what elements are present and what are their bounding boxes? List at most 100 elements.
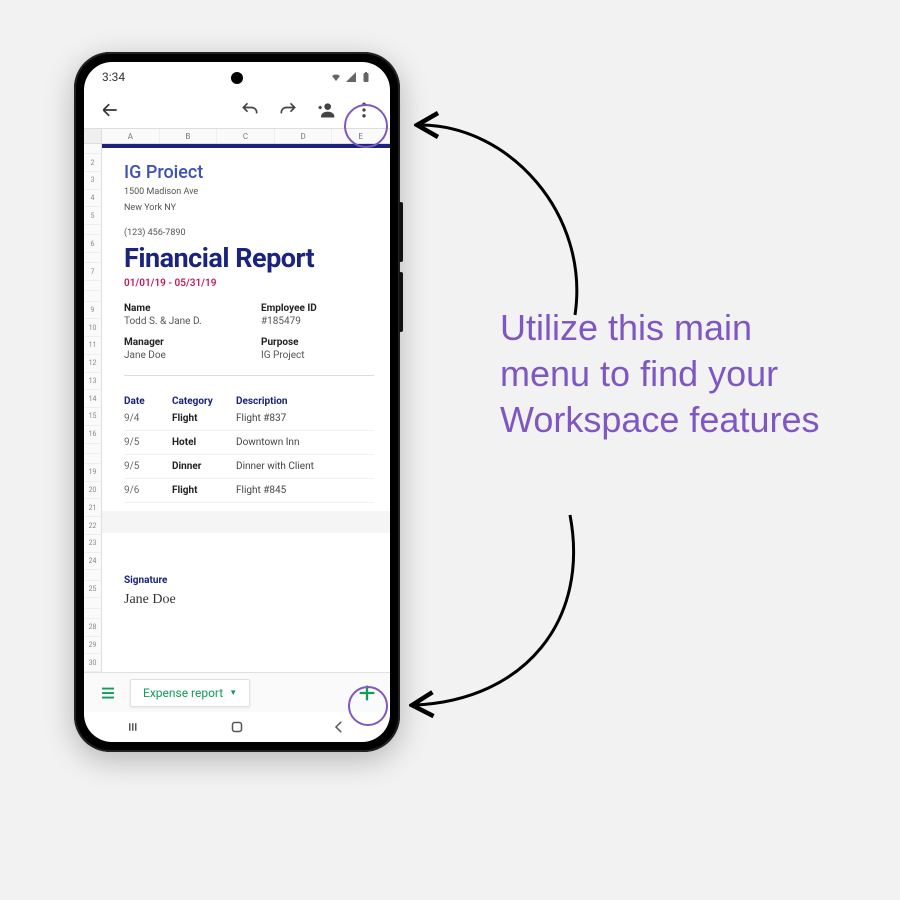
col-date: Date (124, 396, 172, 407)
column-header[interactable]: E (332, 129, 390, 143)
row-header-gutter: 2345679101112131415161920212223242528293… (84, 144, 102, 672)
cell-category: Hotel (172, 437, 236, 448)
android-nav-bar (84, 712, 390, 742)
cell-date: 9/6 (124, 485, 172, 496)
employee-id-value: #185479 (261, 316, 374, 327)
row-header[interactable]: 30 (84, 654, 101, 672)
row-header[interactable]: 22 (84, 517, 101, 535)
cell-category: Dinner (172, 461, 236, 472)
row-header[interactable]: 20 (84, 482, 101, 500)
phone-side-button (399, 272, 403, 332)
add-person-icon (316, 100, 336, 120)
expense-row[interactable]: 9/4FlightFlight #837 (124, 407, 374, 431)
more-vert-icon (354, 100, 374, 120)
cell-description: Dinner with Client (236, 461, 374, 472)
home-button[interactable] (228, 718, 246, 736)
row-header[interactable]: 7 (84, 263, 101, 281)
address-line: 1500 Madison Ave (124, 187, 374, 199)
row-header[interactable] (84, 454, 101, 464)
header-accent-bar (102, 144, 390, 148)
row-header[interactable]: 24 (84, 553, 101, 571)
spreadsheet-body[interactable]: 2345679101112131415161920212223242528293… (84, 144, 390, 672)
row-header[interactable]: 21 (84, 499, 101, 517)
info-grid: Manager Jane Doe Purpose IG Project (124, 337, 374, 361)
cell-description: Flight #837 (236, 413, 374, 424)
row-header[interactable] (84, 609, 101, 619)
overflow-menu-button[interactable] (348, 94, 380, 126)
phone-frame: 3:34 (74, 52, 400, 752)
row-header[interactable] (84, 144, 101, 154)
row-header[interactable]: 19 (84, 464, 101, 482)
row-header[interactable]: 5 (84, 207, 101, 225)
row-header[interactable]: 11 (84, 337, 101, 355)
row-header[interactable]: 3 (84, 172, 101, 190)
row-header[interactable]: 12 (84, 355, 101, 373)
cell-description: Flight #845 (236, 485, 374, 496)
row-header[interactable] (84, 291, 101, 301)
callout-text: Utilize this main menu to find your Work… (500, 305, 840, 443)
row-header[interactable]: 6 (84, 235, 101, 253)
address-line: New York NY (124, 203, 374, 215)
add-sheet-button[interactable] (352, 678, 382, 708)
column-header[interactable]: D (275, 129, 333, 143)
redo-button[interactable] (272, 94, 304, 126)
row-header[interactable]: 23 (84, 535, 101, 553)
share-button[interactable] (310, 94, 342, 126)
row-header[interactable]: 13 (84, 373, 101, 391)
column-header-row: A B C D E (84, 128, 390, 144)
row-header[interactable]: 16 (84, 426, 101, 444)
expense-row[interactable]: 9/5DinnerDinner with Client (124, 455, 374, 479)
active-sheet-tab[interactable]: Expense report ▼ (130, 679, 250, 707)
report-title: Financial Report (124, 242, 374, 274)
row-header[interactable]: 15 (84, 408, 101, 426)
expense-row[interactable]: 9/5HotelDowntown Inn (124, 431, 374, 455)
column-header[interactable]: B (160, 129, 218, 143)
row-header[interactable]: 2 (84, 154, 101, 172)
camera-hole (231, 72, 243, 84)
purpose-label: Purpose (261, 337, 374, 348)
name-label: Name (124, 303, 237, 314)
row-header[interactable]: 29 (84, 637, 101, 655)
row-header[interactable] (84, 444, 101, 454)
employee-id-label: Employee ID (261, 303, 374, 314)
row-header[interactable] (84, 570, 101, 580)
back-nav-button[interactable] (330, 718, 348, 736)
manager-value: Jane Doe (124, 350, 237, 361)
phone-screen: 3:34 (84, 62, 390, 742)
plus-icon (356, 682, 378, 704)
cell-date: 9/4 (124, 413, 172, 424)
row-header[interactable]: 14 (84, 390, 101, 408)
col-description: Description (236, 396, 374, 407)
name-value: Todd S. & Jane D. (124, 316, 237, 327)
row-header[interactable] (84, 598, 101, 608)
expense-table-header: Date Category Description (124, 396, 374, 407)
sheet-content[interactable]: IG Proiect 1500 Madison Ave New York NY … (102, 144, 390, 672)
date-range: 01/01/19 - 05/31/19 (124, 278, 374, 289)
column-header[interactable]: C (217, 129, 275, 143)
row-header[interactable] (84, 281, 101, 291)
status-time: 3:34 (102, 70, 125, 84)
battery-icon (360, 71, 372, 83)
row-header[interactable]: 10 (84, 319, 101, 337)
sheet-tab-bar: Expense report ▼ (84, 672, 390, 712)
row-header[interactable] (84, 253, 101, 263)
wifi-icon (330, 71, 342, 83)
row-header[interactable]: 4 (84, 190, 101, 208)
all-sheets-button[interactable] (92, 677, 124, 709)
select-all-cell[interactable] (84, 129, 102, 143)
purpose-value: IG Project (261, 350, 374, 361)
expense-row[interactable]: 9/6FlightFlight #845 (124, 479, 374, 503)
recent-apps-button[interactable] (126, 718, 144, 736)
callout-arrow-bottom (395, 500, 625, 730)
row-header[interactable]: 25 (84, 581, 101, 599)
row-header[interactable]: 28 (84, 619, 101, 637)
summary-band (102, 511, 390, 533)
undo-button[interactable] (234, 94, 266, 126)
cell-category: Flight (172, 413, 236, 424)
back-button[interactable] (94, 94, 126, 126)
column-header[interactable]: A (102, 129, 160, 143)
phone-number: (123) 456-7890 (124, 228, 374, 238)
row-header[interactable]: 9 (84, 302, 101, 320)
menu-icon (99, 684, 117, 702)
row-header[interactable] (84, 225, 101, 235)
